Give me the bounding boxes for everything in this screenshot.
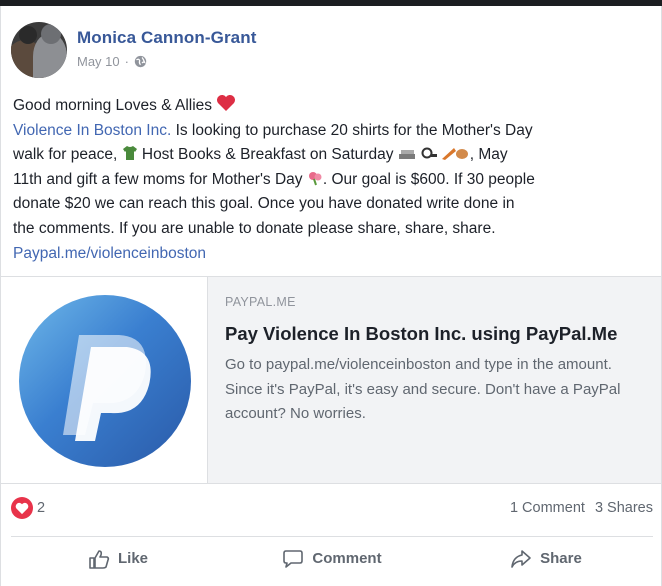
text-segment: 11th and gift a few moms for Mother's Da… — [13, 170, 303, 188]
paypal-logo — [19, 295, 191, 467]
text-segment: , May — [469, 146, 508, 164]
share-icon — [511, 549, 531, 568]
globe-icon[interactable] — [134, 55, 147, 68]
books-emoji — [398, 147, 468, 161]
reaction-summary: 2 1 Comment 3 Shares — [11, 495, 653, 521]
share-count[interactable]: 3 Shares — [595, 500, 653, 516]
comment-label: Comment — [312, 550, 382, 567]
post-line: walk for peace, Host Books & Breakfast o… — [13, 143, 653, 168]
post-subline: May 10 · — [77, 54, 256, 69]
heart-emoji — [217, 95, 236, 111]
comment-count[interactable]: 1 Comment — [510, 500, 585, 516]
like-button[interactable]: Like — [11, 537, 225, 580]
post-line: Violence In Boston Inc. Is looking to pu… — [13, 119, 653, 144]
post-line: Paypal.me/violenceinboston — [13, 242, 653, 267]
like-label: Like — [117, 550, 148, 567]
paypal-link[interactable]: Paypal.me/violenceinboston — [13, 245, 206, 262]
preview-image[interactable] — [1, 277, 208, 483]
share-button[interactable]: Share — [439, 537, 653, 580]
text-segment: Good morning Loves & Allies — [13, 97, 213, 114]
text-segment: . Our goal is $600. If 30 people — [322, 170, 535, 188]
link-preview[interactable]: PAYPAL.ME Pay Violence In Boston Inc. us… — [1, 276, 661, 484]
heart-reaction-icon[interactable] — [11, 497, 33, 519]
share-label: Share — [540, 550, 582, 567]
flower-emoji — [308, 171, 322, 186]
separator: · — [124, 54, 129, 69]
page-link[interactable]: Violence In Boston Inc. — [13, 122, 171, 139]
author-name[interactable]: Monica Cannon-Grant — [77, 28, 256, 48]
text-segment: Host Books & Breakfast on Saturday — [137, 146, 394, 164]
thumbs-up-icon — [89, 549, 110, 569]
post-line: donate $20 we can reach this goal. Once … — [13, 195, 515, 213]
post-text: Good morning Loves & Allies Violence In … — [13, 94, 653, 266]
shirt-emoji — [122, 146, 137, 161]
post-line: 11th and gift a few moms for Mother's Da… — [13, 168, 653, 193]
preview-title[interactable]: Pay Violence In Boston Inc. using PayPal… — [225, 321, 645, 347]
text-segment: walk for peace, — [13, 146, 118, 164]
engagement-counts: 1 Comment 3 Shares — [510, 500, 653, 516]
post-line: Good morning Loves & Allies — [13, 94, 653, 119]
post-card: Monica Cannon-Grant May 10 · Good mornin… — [0, 6, 662, 586]
reactions[interactable]: 2 — [11, 497, 45, 519]
preview-domain: PAYPAL.ME — [225, 295, 296, 309]
preview-text[interactable]: PAYPAL.ME Pay Violence In Boston Inc. us… — [208, 277, 661, 483]
comment-icon — [283, 549, 304, 568]
post-meta: Monica Cannon-Grant May 10 · — [77, 22, 256, 69]
post-header: Monica Cannon-Grant May 10 · — [11, 22, 256, 82]
text-segment: Is looking to purchase 20 shirts for the… — [171, 121, 533, 139]
post-date[interactable]: May 10 — [77, 54, 120, 69]
preview-description: Go to paypal.me/violenceinboston and typ… — [225, 356, 621, 422]
post-line: the comments. If you are unable to donat… — [13, 219, 496, 237]
reaction-count[interactable]: 2 — [37, 500, 45, 516]
comment-button[interactable]: Comment — [225, 537, 439, 580]
action-bar: Like Comment Share — [11, 536, 653, 580]
avatar[interactable] — [11, 22, 67, 78]
